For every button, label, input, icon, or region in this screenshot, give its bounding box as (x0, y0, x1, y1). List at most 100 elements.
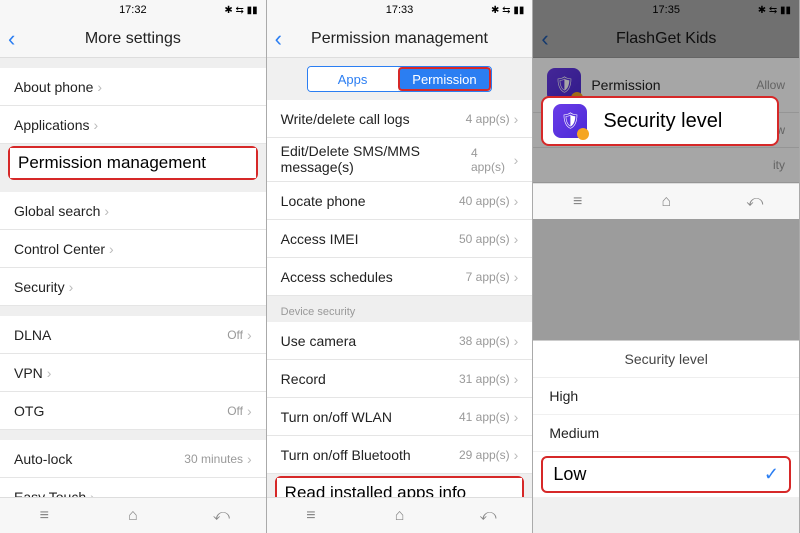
option-label: Medium (549, 425, 599, 441)
tab-apps[interactable]: Apps (308, 67, 398, 91)
chevron-right-icon: › (47, 365, 52, 381)
row-value: 41 app(s) (459, 410, 510, 424)
perm-wlan[interactable]: Turn on/off WLAN 41 app(s) › (267, 398, 533, 436)
row-easy-touch[interactable]: Easy Touch› (0, 478, 266, 497)
row-value: 31 app(s) (459, 372, 510, 386)
option-low-highlight[interactable]: Low ✓ (541, 456, 791, 493)
row-value: 30 minutes (184, 452, 243, 466)
row-vpn[interactable]: VPN› (0, 354, 266, 392)
perm-bluetooth[interactable]: Turn on/off Bluetooth 29 app(s) › (267, 436, 533, 474)
row-label: Control Center (14, 241, 105, 257)
tab-permission[interactable]: Permission (398, 67, 492, 91)
row-value: 38 app(s) (459, 334, 510, 348)
row-label: About phone (14, 79, 93, 95)
row-label: Use camera (281, 333, 356, 349)
row-value: 4 app(s) (466, 112, 510, 126)
back-button[interactable]: ⤺ (710, 184, 799, 219)
row-control-center[interactable]: Control Center› (0, 230, 266, 268)
chevron-right-icon: › (514, 447, 519, 463)
chevron-right-icon: › (247, 451, 252, 467)
highlight-read-installed-apps[interactable]: Read installed apps info (275, 476, 525, 497)
menu-button[interactable]: ≡ (533, 184, 622, 219)
option-label: Low (553, 464, 586, 485)
chevron-right-icon: › (514, 333, 519, 349)
menu-button[interactable]: ≡ (0, 498, 89, 533)
chevron-right-icon: › (247, 403, 252, 419)
overlay-label: Security level (603, 110, 722, 133)
option-high[interactable]: High (533, 378, 799, 415)
row-label: Auto-lock (14, 451, 72, 467)
row-label: Turn on/off WLAN (281, 409, 392, 425)
row-label: Permission management (18, 153, 206, 173)
row-value: Off (227, 328, 243, 342)
modal-overlay[interactable] (533, 0, 799, 347)
shield-icon: 🛡 (553, 104, 587, 138)
system-nav: ≡ ⌂ ⤺ (0, 497, 266, 533)
section-device-security: Device security (267, 296, 533, 322)
check-icon: ✓ (764, 464, 779, 485)
chevron-right-icon: › (514, 111, 519, 127)
status-icons: ✱ ⇆ ▮▮ (491, 5, 524, 16)
nav-header: ‹ Permission management (267, 20, 533, 58)
permission-list: Write/delete call logs4 app(s)› Edit/Del… (267, 100, 533, 497)
status-bar: 17:32 ✱ ⇆ ▮▮ (0, 0, 266, 20)
row-label: DLNA (14, 327, 51, 343)
row-value: 40 app(s) (459, 194, 510, 208)
home-button[interactable]: ⌂ (355, 498, 444, 533)
back-button[interactable]: ⤺ (444, 498, 533, 533)
row-value: Off (227, 404, 243, 418)
perm-edit-sms[interactable]: Edit/Delete SMS/MMS message(s)4 app(s)› (267, 138, 533, 182)
row-label: Applications (14, 117, 90, 133)
screen-flashget-kids: 17:35 ✱ ⇆ ▮▮ ‹ FlashGet Kids 🛡 Permissio… (533, 0, 800, 533)
row-label: Global search (14, 203, 100, 219)
row-about-phone[interactable]: About phone› (0, 68, 266, 106)
system-nav: ≡ ⌂ ⤺ (267, 497, 533, 533)
chevron-right-icon: › (247, 327, 252, 343)
back-button[interactable]: ⤺ (177, 498, 266, 533)
highlight-security-level[interactable]: 🛡 Security level (541, 96, 779, 146)
nav-header: ‹ More settings (0, 20, 266, 58)
option-medium[interactable]: Medium (533, 415, 799, 452)
perm-access-imei[interactable]: Access IMEI50 app(s)› (267, 220, 533, 258)
option-label: High (549, 388, 578, 404)
page-title: Permission management (311, 30, 488, 48)
row-label: Turn on/off Bluetooth (281, 447, 411, 463)
home-button[interactable]: ⌂ (622, 184, 711, 219)
screen-more-settings: 17:32 ✱ ⇆ ▮▮ ‹ More settings About phone… (0, 0, 267, 533)
settings-list: About phone› Applications› Permission ma… (0, 58, 266, 497)
chevron-right-icon: › (514, 231, 519, 247)
row-label: Access IMEI (281, 231, 359, 247)
tab-bar: Apps Permission (307, 66, 493, 92)
row-security[interactable]: Security› (0, 268, 266, 306)
screen-permission-management: 17:33 ✱ ⇆ ▮▮ ‹ Permission management App… (267, 0, 534, 533)
chevron-right-icon: › (514, 409, 519, 425)
row-auto-lock[interactable]: Auto-lock 30 minutes › (0, 440, 266, 478)
page-title: More settings (85, 30, 181, 48)
chevron-right-icon: › (514, 193, 519, 209)
chevron-right-icon: › (69, 279, 74, 295)
row-label: Read installed apps info (285, 483, 466, 497)
row-otg[interactable]: OTG Off › (0, 392, 266, 430)
status-time: 17:32 (119, 4, 147, 16)
row-label: Easy Touch (14, 489, 86, 498)
row-applications[interactable]: Applications› (0, 106, 266, 144)
menu-button[interactable]: ≡ (267, 498, 356, 533)
row-label: Security (14, 279, 65, 295)
perm-use-camera[interactable]: Use camera 38 app(s) › (267, 322, 533, 360)
chevron-right-icon: › (94, 117, 99, 133)
back-icon[interactable]: ‹ (8, 26, 15, 52)
status-icons: ✱ ⇆ ▮▮ (224, 5, 257, 16)
chevron-right-icon: › (109, 241, 114, 257)
home-button[interactable]: ⌂ (89, 498, 178, 533)
perm-locate-phone[interactable]: Locate phone40 app(s)› (267, 182, 533, 220)
row-global-search[interactable]: Global search› (0, 192, 266, 230)
row-dlna[interactable]: DLNA Off › (0, 316, 266, 354)
perm-access-schedules[interactable]: Access schedules7 app(s)› (267, 258, 533, 296)
perm-record[interactable]: Record31 app(s)› (267, 360, 533, 398)
perm-write-call-logs[interactable]: Write/delete call logs4 app(s)› (267, 100, 533, 138)
row-value: 4 app(s) (471, 146, 510, 174)
row-label: OTG (14, 403, 44, 419)
back-icon[interactable]: ‹ (275, 26, 282, 52)
highlight-permission-management[interactable]: Permission management (8, 146, 258, 180)
row-value: 29 app(s) (459, 448, 510, 462)
